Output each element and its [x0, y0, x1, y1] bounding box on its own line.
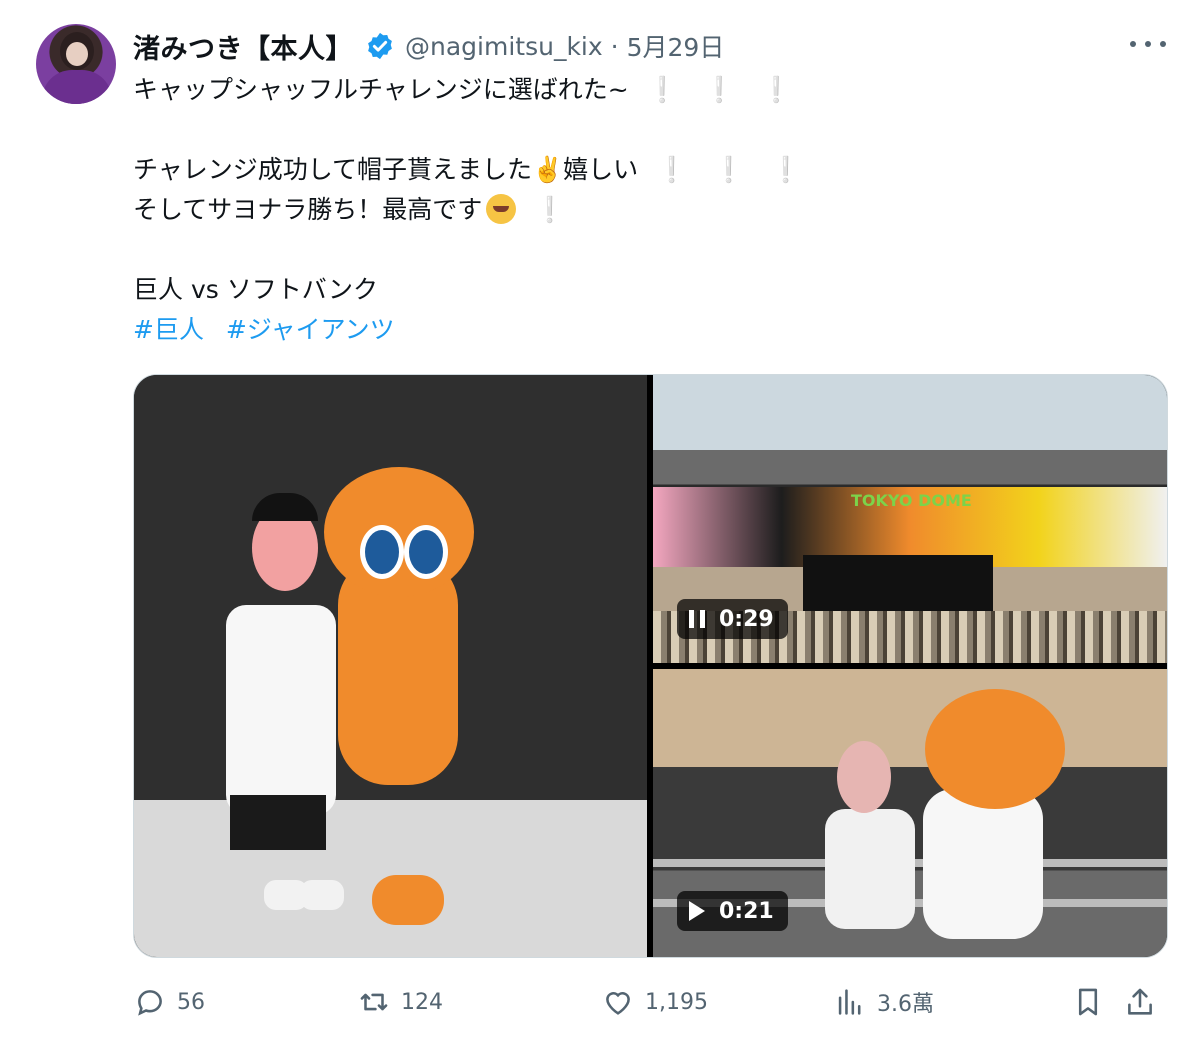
like-count: 1,195 — [645, 989, 708, 1015]
media-grid: TOKYO DOME 0:29 0:21 — [133, 374, 1168, 958]
verified-icon — [368, 32, 392, 60]
retweet-button[interactable]: 124 — [357, 980, 443, 1024]
views-count: 3.6萬 — [877, 992, 934, 1017]
video-time: 0:21 — [719, 898, 774, 924]
tweet-line-2 — [133, 110, 1153, 150]
play-icon[interactable] — [689, 901, 705, 921]
video-overlay-bottom[interactable]: 0:21 — [677, 891, 788, 931]
avatar[interactable] — [36, 24, 116, 104]
video-stadium[interactable]: TOKYO DOME 0:29 — [653, 375, 1167, 663]
hashtag-row: #巨人 #ジャイアンツ — [133, 310, 1153, 350]
share-button[interactable] — [1123, 980, 1167, 1024]
exclamation-emoji: ❕❕❕ — [646, 75, 819, 104]
video-overlay-top[interactable]: 0:29 — [677, 599, 788, 639]
photo-mascot[interactable] — [134, 375, 647, 957]
hashtag-link[interactable]: #巨人 — [133, 315, 204, 344]
separator-dot: · — [610, 31, 619, 61]
like-icon — [606, 992, 630, 1015]
tweet-line-3: チャレンジ成功して帽子貰えました✌️嬉しい ❕❕❕ — [133, 155, 828, 184]
tweet-date[interactable]: 5月29日 — [627, 28, 725, 64]
bookmark-icon — [1078, 988, 1098, 1016]
retweet-icon — [360, 993, 388, 1011]
crying-emoji-icon — [486, 194, 517, 224]
handle[interactable]: @nagimitsu_kix — [405, 32, 603, 61]
tweet-line-4: そしてサヨナラ勝ち！最高です ❕ — [133, 194, 592, 224]
more-icon[interactable] — [1130, 32, 1166, 56]
exclamation-emoji: ❕❕❕ — [656, 155, 828, 184]
share-icon — [1128, 988, 1152, 1015]
tweet-line-5 — [133, 230, 1153, 270]
hashtag-link[interactable]: #ジャイアンツ — [226, 315, 395, 344]
views-icon — [838, 989, 861, 1015]
video-time: 0:29 — [719, 606, 774, 632]
like-button[interactable]: 1,195 — [601, 980, 708, 1024]
exclamation-emoji: ❕ — [534, 195, 592, 224]
scoreboard-label: TOKYO DOME — [851, 491, 972, 510]
reply-icon — [138, 990, 162, 1016]
views-button[interactable]: 3.6萬 — [833, 980, 934, 1024]
reply-button[interactable]: 56 — [133, 980, 205, 1024]
display-name[interactable]: 渚みつき【本人】 — [133, 27, 353, 66]
retweet-count: 124 — [401, 989, 443, 1015]
video-stands[interactable]: 0:21 — [653, 669, 1167, 957]
tweet-line-6: 巨人 vs ソフトバンク — [133, 275, 378, 304]
tweet-text: キャップシャッフルチャレンジに選ばれた~ ❕❕❕ チャレンジ成功して帽子貰えまし… — [133, 70, 1153, 350]
tweet-line-1: キャップシャッフルチャレンジに選ばれた~ ❕❕❕ — [133, 75, 819, 104]
tweet-header: 渚みつき【本人】 @nagimitsu_kix · 5月29日 — [133, 26, 724, 66]
reply-count: 56 — [177, 989, 205, 1015]
pause-icon[interactable] — [689, 610, 705, 628]
bookmark-button[interactable] — [1071, 980, 1115, 1024]
action-bar: 56 124 1,195 3.6萬 — [133, 980, 1166, 1024]
